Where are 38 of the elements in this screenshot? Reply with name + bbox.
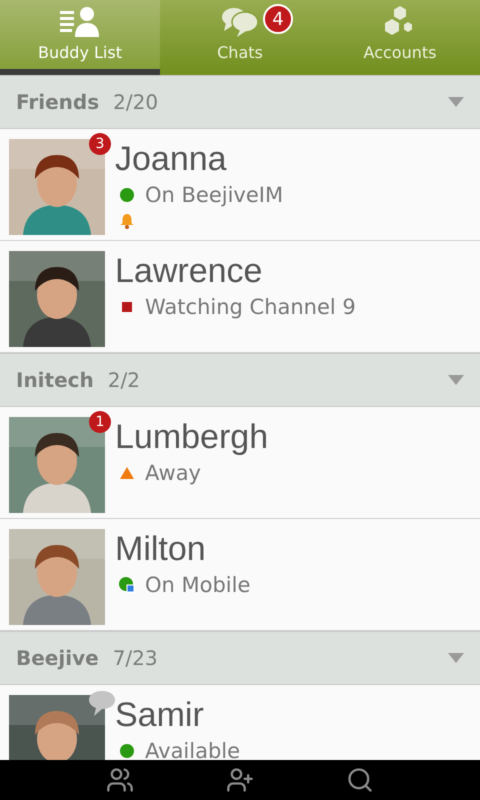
buddy-row[interactable]: Lawrence Watching Channel 9	[0, 241, 480, 353]
buddy-name: Samir	[115, 695, 205, 735]
unread-badge: 1	[89, 411, 111, 433]
group-count: 2/2	[108, 368, 141, 392]
buddy-name: Milton	[115, 529, 207, 569]
tab[interactable]: Chats 4	[160, 0, 320, 75]
status-message: Watching Channel 9	[145, 295, 356, 319]
buddy-row[interactable]: Samir Available	[0, 685, 480, 760]
status-message: On Mobile	[145, 573, 250, 597]
buddy-name: Joanna	[115, 139, 228, 179]
buddy-row[interactable]: 1 Lumbergh Away	[0, 407, 480, 519]
away-status-icon	[119, 465, 135, 481]
status-message: On BeejiveIM	[145, 183, 284, 207]
contacts-icon[interactable]	[106, 766, 134, 794]
online-status-icon	[119, 743, 135, 759]
buddy-name: Lawrence	[115, 251, 264, 291]
online-status-icon	[119, 187, 135, 203]
group-count: 2/20	[113, 90, 160, 114]
group-name: Initech	[16, 368, 94, 392]
add-contact-icon[interactable]	[226, 766, 254, 794]
group-count: 7/23	[112, 646, 159, 670]
buddy-row[interactable]: 3 Joanna On BeejiveIM	[0, 129, 480, 241]
group-header[interactable]: Initech 2/2	[0, 353, 480, 407]
status-message: Away	[145, 461, 201, 485]
buddy-name: Lumbergh	[115, 417, 268, 457]
mobile-status-icon	[119, 577, 135, 593]
unread-badge: 3	[89, 133, 111, 155]
search-icon[interactable]	[346, 766, 374, 794]
count-badge: 4	[263, 4, 293, 34]
buddy-list-icon	[60, 5, 100, 39]
buddy-row[interactable]: Milton On Mobile	[0, 519, 480, 631]
group-header[interactable]: Beejive 7/23	[0, 631, 480, 685]
group-header[interactable]: Friends 2/20	[0, 75, 480, 129]
status-message: Available	[145, 739, 240, 760]
chat-bubbles-icon	[220, 5, 260, 39]
group-name: Beejive	[16, 646, 99, 670]
group-name: Friends	[16, 90, 100, 114]
busy-status-icon	[119, 299, 135, 315]
